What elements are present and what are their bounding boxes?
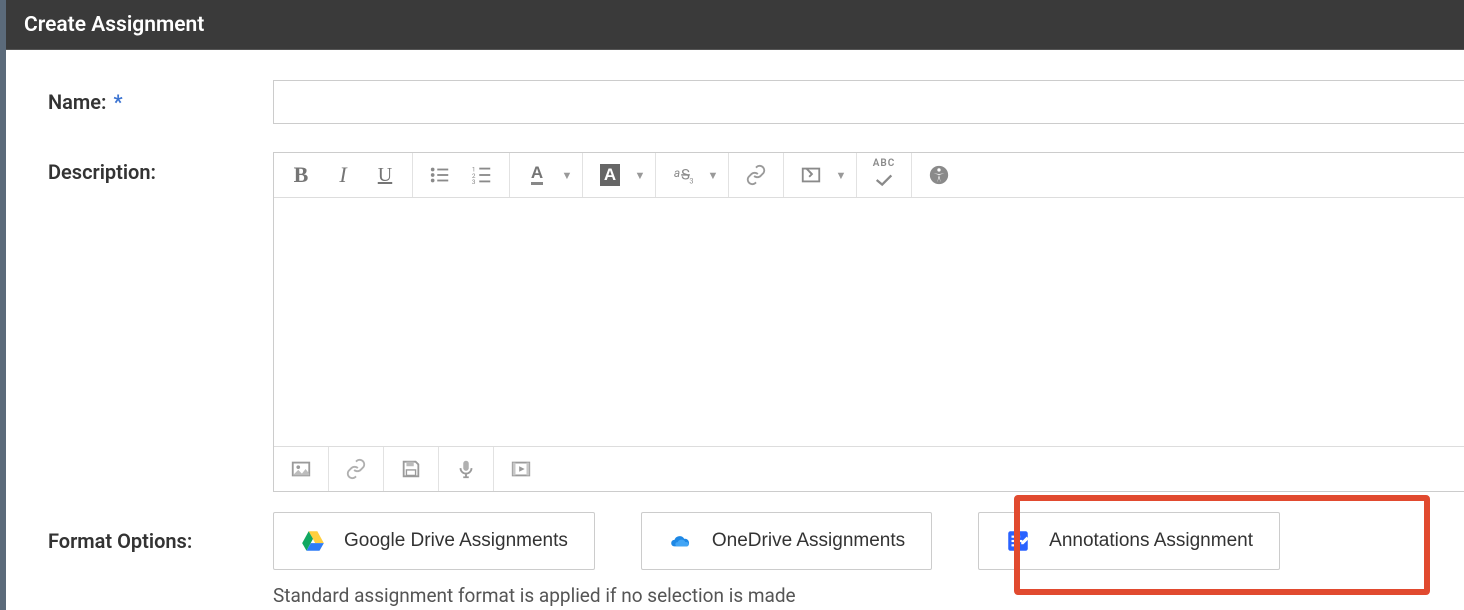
- svg-text:3: 3: [472, 178, 476, 186]
- annotations-icon: [1005, 528, 1031, 554]
- insert-image-button[interactable]: [280, 449, 322, 489]
- name-input[interactable]: [273, 80, 1464, 124]
- abc-label: ABC: [873, 159, 896, 169]
- underline-button[interactable]: U: [364, 155, 406, 195]
- rte-toolbar-top: B I U 123 A ▼: [274, 153, 1464, 198]
- numbered-list-button[interactable]: 123: [461, 155, 503, 195]
- save-disk-button[interactable]: [390, 449, 432, 489]
- row-format-options: Format Options: Google Drive Assignments…: [48, 512, 1464, 570]
- row-description: Description: B I U 123: [48, 152, 1464, 492]
- rte-toolbar-bottom: [274, 446, 1464, 491]
- google-drive-assignments-button[interactable]: Google Drive Assignments: [273, 512, 595, 570]
- onedrive-assignments-button[interactable]: OneDrive Assignments: [641, 512, 932, 570]
- italic-button[interactable]: I: [322, 155, 364, 195]
- rich-text-editor: B I U 123 A ▼: [273, 152, 1464, 492]
- insert-link2-button[interactable]: [335, 449, 377, 489]
- annotations-label: Annotations Assignment: [1049, 530, 1253, 552]
- description-label: Description:: [48, 152, 273, 184]
- row-name: Name: *: [48, 80, 1464, 124]
- dialog-title: Create Assignment: [24, 13, 204, 37]
- google-drive-icon: [300, 528, 326, 554]
- accessibility-button[interactable]: [918, 155, 960, 195]
- format-options-label: Format Options:: [48, 529, 273, 553]
- dialog-header: Create Assignment: [6, 0, 1464, 50]
- onedrive-icon: [668, 528, 694, 554]
- spellcheck-button[interactable]: ABC: [863, 155, 905, 195]
- google-drive-label: Google Drive Assignments: [344, 530, 568, 552]
- highlight-color-caret[interactable]: ▼: [631, 169, 649, 182]
- microphone-button[interactable]: [445, 449, 487, 489]
- embed-button[interactable]: [790, 155, 832, 195]
- embed-caret[interactable]: ▼: [832, 169, 850, 182]
- required-indicator: *: [113, 90, 122, 114]
- highlight-color-button[interactable]: A: [589, 155, 631, 195]
- text-color-button[interactable]: A: [516, 155, 558, 195]
- link-button[interactable]: [735, 155, 777, 195]
- onedrive-label: OneDrive Assignments: [712, 530, 905, 552]
- rte-textarea[interactable]: [274, 198, 1464, 446]
- bold-button[interactable]: B: [280, 155, 322, 195]
- strikethrough-subscript-button[interactable]: aS3: [662, 155, 704, 195]
- name-label: Name: *: [48, 80, 273, 114]
- text-color-caret[interactable]: ▼: [558, 169, 576, 182]
- bullet-list-button[interactable]: [419, 155, 461, 195]
- svg-text:3: 3: [689, 176, 693, 185]
- media-button[interactable]: [500, 449, 542, 489]
- format-hint: Standard assignment format is applied if…: [273, 584, 1464, 607]
- annotations-assignment-button[interactable]: Annotations Assignment: [978, 512, 1280, 570]
- svg-text:a: a: [674, 166, 680, 180]
- dialog-content: Name: * Description: B I U: [6, 50, 1464, 610]
- format-buttons: Google Drive Assignments OneDrive Assign…: [273, 512, 1280, 570]
- name-label-text: Name:: [48, 90, 106, 114]
- strike-caret[interactable]: ▼: [704, 169, 722, 182]
